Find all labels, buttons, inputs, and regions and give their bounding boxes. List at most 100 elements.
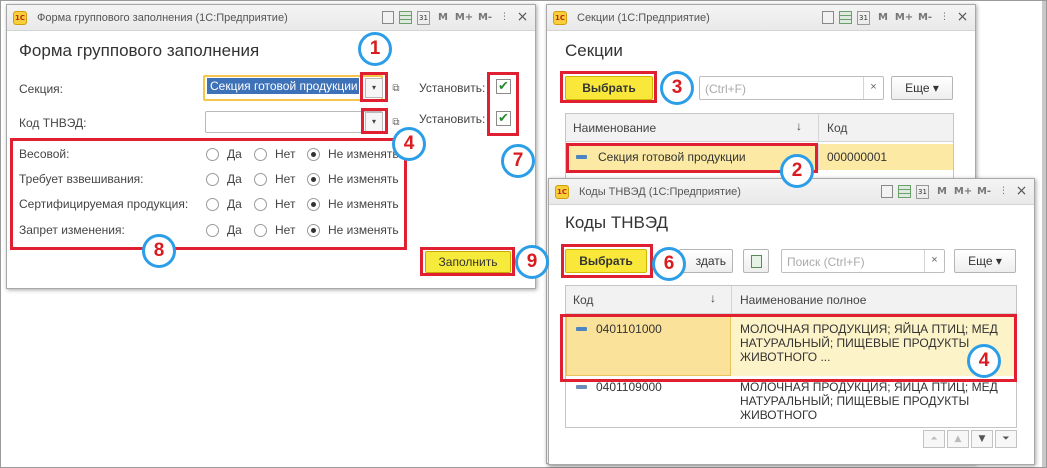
memory-minus-icon[interactable]: M- <box>475 9 495 26</box>
print-icon[interactable] <box>822 11 834 24</box>
window-title: Секции (1С:Предприятие) <box>577 12 710 24</box>
calendar-icon[interactable]: 31 <box>916 184 929 199</box>
tnved-open-icon[interactable]: ⧉ <box>390 117 402 129</box>
search-placeholder: (Ctrl+F) <box>705 82 746 96</box>
section-open-icon[interactable]: ⧉ <box>390 83 402 95</box>
select-button[interactable]: Выбрать <box>565 249 647 273</box>
calculator-icon[interactable] <box>839 11 852 24</box>
weighing-nochange-label: Не изменять <box>328 172 399 186</box>
select-button[interactable]: Выбрать <box>565 76 653 100</box>
copy-button[interactable] <box>743 249 769 273</box>
callout-7: 7 <box>501 144 535 178</box>
search-clear-icon[interactable]: × <box>924 250 944 272</box>
table-row[interactable]: 0401101000 МОЛОЧНАЯ ПРОДУКЦИЯ; ЯЙЦА ПТИЦ… <box>566 316 1016 376</box>
calendar-icon[interactable]: 31 <box>417 10 430 25</box>
column-header-code[interactable]: Код <box>573 293 593 307</box>
first-page-icon[interactable]: ⏶ <box>923 430 945 448</box>
print-icon[interactable] <box>881 185 893 198</box>
1c-logo-icon: 1С <box>555 185 569 199</box>
certified-nochange-label: Не изменять <box>328 197 399 211</box>
certified-nochange-radio[interactable] <box>307 198 320 211</box>
memory-m-icon[interactable]: M <box>433 9 453 26</box>
tnved-field[interactable] <box>205 111 383 133</box>
group-fill-titlebar[interactable]: 1С Форма группового заполнения (1С:Предп… <box>7 5 535 31</box>
memory-m-icon[interactable]: M <box>932 183 952 200</box>
prev-page-icon[interactable]: ▲ <box>947 430 969 448</box>
row-marker-icon <box>576 155 587 159</box>
close-icon[interactable]: × <box>1013 183 1030 200</box>
weight-no-radio[interactable] <box>254 148 267 161</box>
fill-button[interactable]: Заполнить <box>425 251 511 273</box>
memory-plus-icon[interactable]: M+ <box>953 183 973 200</box>
close-icon[interactable]: × <box>514 9 531 26</box>
close-icon[interactable]: × <box>954 9 971 26</box>
search-clear-icon[interactable]: × <box>863 77 883 99</box>
lock-nochange-radio[interactable] <box>307 224 320 237</box>
table-navigation: ⏶ ▲ ▼ ⏷ <box>923 430 1017 448</box>
set-tnved-checkbox[interactable]: ✔ <box>496 111 511 126</box>
weighing-yes-label: Да <box>227 172 242 186</box>
more-button[interactable]: Еще ▾ <box>954 249 1016 273</box>
callout-8: 8 <box>142 234 176 268</box>
more-menu-icon[interactable]: ⋮ <box>936 9 953 26</box>
1c-logo-icon: 1С <box>13 11 27 25</box>
group-fill-window: 1С Форма группового заполнения (1С:Предп… <box>6 4 536 289</box>
memory-minus-icon[interactable]: M- <box>974 183 994 200</box>
tnved-dropdown-button[interactable]: ▾ <box>365 112 383 132</box>
row-marker-icon <box>576 327 587 331</box>
lock-no-label: Нет <box>275 223 296 237</box>
section-dropdown-button[interactable]: ▾ <box>365 78 383 98</box>
memory-minus-icon[interactable]: M- <box>915 9 935 26</box>
attr-label-lock: Запрет изменения: <box>19 223 125 237</box>
table-row[interactable]: 0401109000 МОЛОЧНАЯ ПРОДУКЦИЯ; ЯЙЦА ПТИЦ… <box>566 378 1016 427</box>
memory-m-icon[interactable]: M <box>873 9 893 26</box>
attr-label-weighing: Требует взвешивания: <box>19 172 144 186</box>
search-input[interactable]: Поиск (Ctrl+F) × <box>781 249 945 273</box>
copy-icon <box>750 255 762 269</box>
search-input[interactable]: (Ctrl+F) × <box>699 76 884 100</box>
calculator-icon[interactable] <box>399 11 412 24</box>
create-button[interactable]: здать <box>679 249 733 273</box>
calculator-icon[interactable] <box>898 185 911 198</box>
weight-yes-label: Да <box>227 147 242 161</box>
weighing-no-radio[interactable] <box>254 173 267 186</box>
sort-arrow-icon: ↓ <box>710 291 716 305</box>
memory-plus-icon[interactable]: M+ <box>454 9 474 26</box>
weight-nochange-radio[interactable] <box>307 148 320 161</box>
calendar-icon[interactable]: 31 <box>857 10 870 25</box>
table-header: Наименование ↓ Код <box>566 114 953 142</box>
table-row[interactable]: Секция готовой продукции 000000001 <box>566 144 953 170</box>
certified-no-radio[interactable] <box>254 198 267 211</box>
callout-3: 3 <box>660 71 694 105</box>
weighing-nochange-radio[interactable] <box>307 173 320 186</box>
certified-yes-radio[interactable] <box>206 198 219 211</box>
callout-6: 6 <box>652 247 686 281</box>
memory-plus-icon[interactable]: M+ <box>894 9 914 26</box>
page-title: Секции <box>565 41 623 60</box>
weighing-no-label: Нет <box>275 172 296 186</box>
last-page-icon[interactable]: ⏷ <box>995 430 1017 448</box>
section-label: Секция: <box>19 82 63 96</box>
more-menu-icon[interactable]: ⋮ <box>496 9 513 26</box>
lock-no-radio[interactable] <box>254 224 267 237</box>
print-icon[interactable] <box>382 11 394 24</box>
column-header-code[interactable]: Код <box>827 121 847 135</box>
set-section-checkbox[interactable]: ✔ <box>496 79 511 94</box>
callout-9: 9 <box>515 245 549 279</box>
column-separator <box>818 144 819 170</box>
column-separator <box>818 114 819 141</box>
certified-no-label: Нет <box>275 197 296 211</box>
attr-label-weight: Весовой: <box>19 147 70 161</box>
window-title: Коды ТНВЭД (1С:Предприятие) <box>579 186 741 198</box>
more-button[interactable]: Еще ▾ <box>891 76 953 100</box>
column-header-name[interactable]: Наименование <box>573 121 656 135</box>
column-header-full-name[interactable]: Наименование полное <box>740 293 866 307</box>
callout-4-tnved-row: 4 <box>967 344 1001 378</box>
next-page-icon[interactable]: ▼ <box>971 430 993 448</box>
section-field[interactable]: Секция готовой продукции <box>203 75 383 101</box>
more-menu-icon[interactable]: ⋮ <box>995 183 1012 200</box>
sections-titlebar[interactable]: 1С Секции (1С:Предприятие) 31 M M+ M- ⋮ … <box>547 5 975 31</box>
weighing-yes-radio[interactable] <box>206 173 219 186</box>
weight-yes-radio[interactable] <box>206 148 219 161</box>
lock-yes-radio[interactable] <box>206 224 219 237</box>
